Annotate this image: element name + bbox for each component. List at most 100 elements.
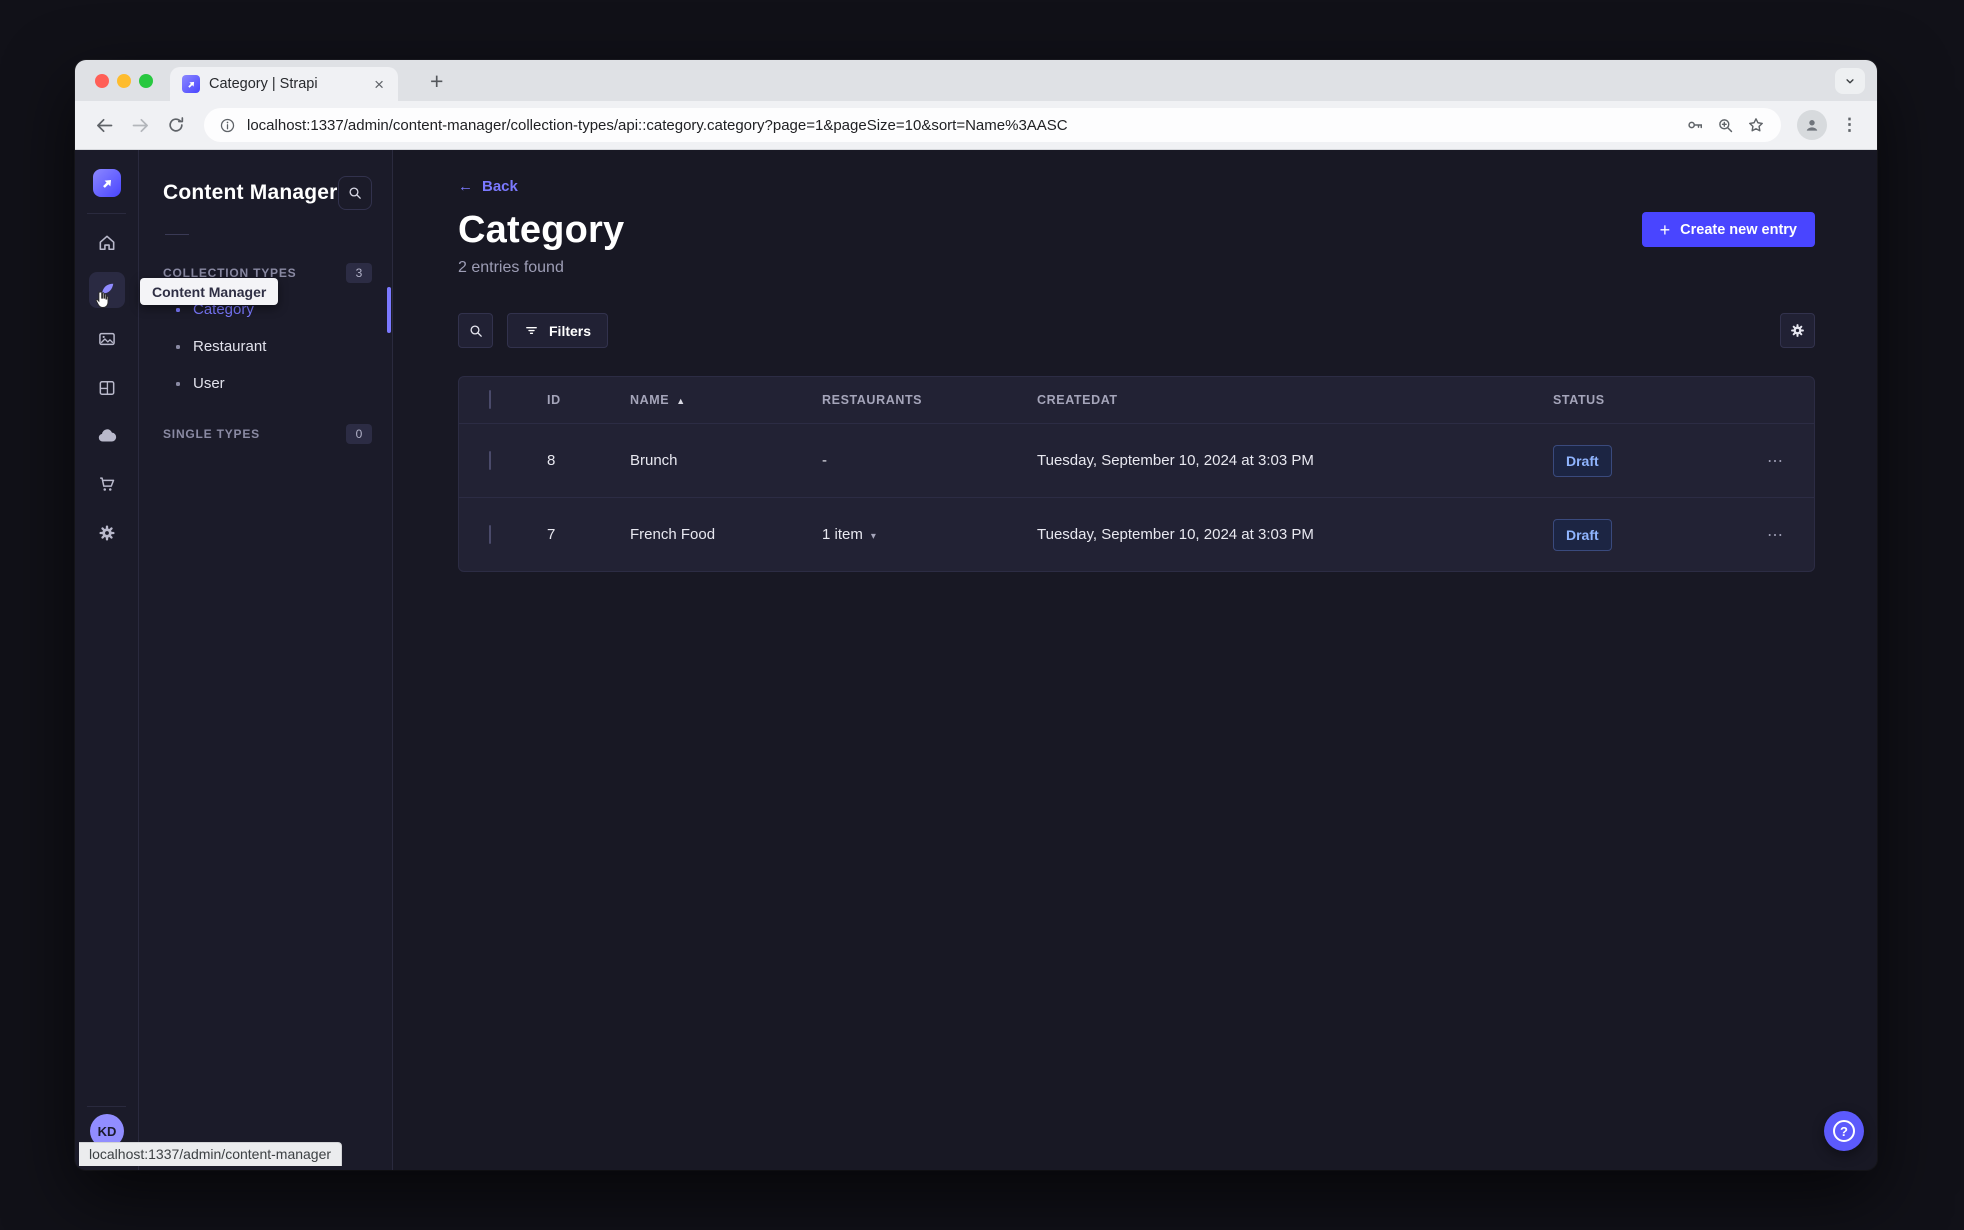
search-icon (469, 324, 482, 337)
rail-divider (87, 213, 126, 214)
cell-id: 7 (547, 526, 556, 543)
column-header-name[interactable]: NAME ▲ (630, 393, 822, 407)
window-controls (95, 74, 153, 88)
home-icon (99, 235, 115, 251)
browser-window: Category | Strapi × + localhost:1337/adm… (75, 60, 1877, 1170)
nav-home-button[interactable] (89, 225, 125, 261)
gear-icon (1791, 324, 1804, 337)
main-content: ← Back Category 2 entries found + Create… (393, 150, 1877, 1170)
browser-status-tooltip: localhost:1337/admin/content-manager (79, 1142, 343, 1166)
browser-profile-avatar[interactable] (1797, 110, 1827, 140)
gear-icon (99, 525, 115, 541)
row-actions-button[interactable]: ⋯ (1744, 525, 1784, 545)
strapi-favicon (182, 75, 200, 93)
status-badge: Draft (1553, 518, 1612, 551)
nav-content-type-builder-button[interactable] (89, 370, 125, 406)
maximize-window-button[interactable] (139, 74, 153, 88)
media-library-icon (99, 332, 115, 346)
mouse-cursor (91, 288, 115, 312)
tab-search-button[interactable] (1835, 68, 1865, 94)
subnav-scrollbar-thumb[interactable] (387, 287, 391, 333)
table-header-row: ID NAME ▲ RESTAURANTS CREATEDAT STATUS (459, 377, 1814, 423)
nav-settings-button[interactable] (89, 515, 125, 551)
strapi-logo[interactable] (93, 169, 121, 197)
cell-createdat: Tuesday, September 10, 2024 at 3:03 PM (1037, 452, 1314, 469)
plus-icon: + (1659, 219, 1671, 240)
reload-button[interactable] (160, 109, 192, 141)
column-header-createdat[interactable]: CREATEDAT (1037, 393, 1553, 407)
cell-restaurants: - (822, 452, 827, 469)
password-key-icon[interactable] (1685, 115, 1705, 135)
entries-table: ID NAME ▲ RESTAURANTS CREATEDAT STATUS 8 … (458, 376, 1815, 572)
bookmark-star-icon[interactable] (1746, 115, 1766, 135)
minimize-window-button[interactable] (117, 74, 131, 88)
create-new-entry-button[interactable]: + Create new entry (1641, 212, 1815, 247)
chevron-down-icon (1846, 79, 1854, 84)
back-link[interactable]: ← Back (458, 178, 518, 195)
subnav-item-label: Restaurant (193, 338, 267, 355)
tab-title: Category | Strapi (209, 76, 318, 92)
cell-name: French Food (630, 526, 716, 543)
question-mark-icon: ? (1833, 1120, 1855, 1142)
browser-tab[interactable]: Category | Strapi × (170, 67, 398, 101)
bullet-icon (176, 307, 180, 312)
column-header-id[interactable]: ID (547, 393, 630, 407)
table-search-button[interactable] (458, 313, 493, 348)
browser-toolbar: localhost:1337/admin/content-manager/col… (75, 101, 1877, 150)
forward-button[interactable] (124, 109, 156, 141)
address-bar[interactable]: localhost:1337/admin/content-manager/col… (204, 108, 1781, 142)
page-title: Category (458, 209, 625, 251)
row-checkbox[interactable] (489, 450, 491, 470)
tab-close-icon[interactable]: × (372, 74, 386, 95)
bullet-icon (176, 344, 180, 349)
tab-strip: Category | Strapi × + (75, 60, 1877, 101)
filters-label: Filters (549, 322, 592, 339)
site-info-icon[interactable] (219, 117, 236, 134)
nav-tooltip: Content Manager (140, 278, 279, 305)
nav-cloud-button[interactable] (89, 418, 125, 454)
back-button[interactable] (88, 109, 120, 141)
back-arrow-icon: ← (458, 178, 473, 195)
subnav-search-button[interactable] (338, 176, 372, 210)
entries-count: 2 entries found (458, 259, 564, 276)
row-actions-button[interactable]: ⋯ (1744, 451, 1784, 471)
nav-media-library-button[interactable] (89, 321, 125, 357)
subnav-item-label: User (193, 375, 225, 392)
cell-createdat: Tuesday, September 10, 2024 at 3:03 PM (1037, 526, 1314, 543)
table-row[interactable]: 7 French Food 1 item ▾ Tuesday, September… (459, 497, 1814, 571)
help-button[interactable]: ? (1824, 1111, 1864, 1151)
collection-types-count-badge: 3 (346, 263, 372, 283)
filters-button[interactable]: Filters (507, 313, 609, 348)
cloud-icon (98, 429, 117, 442)
single-types-label: SINGLE TYPES (163, 427, 260, 441)
browser-menu-button[interactable]: ⋮ (1835, 115, 1864, 135)
table-row[interactable]: 8 Brunch - Tuesday, September 10, 2024 a… (459, 423, 1814, 497)
column-header-status[interactable]: STATUS (1553, 393, 1744, 407)
subnav-item-user[interactable]: User (163, 365, 372, 402)
filter-icon (526, 327, 537, 334)
view-settings-button[interactable] (1780, 313, 1815, 348)
create-new-entry-label: Create new entry (1680, 221, 1797, 238)
cell-id: 8 (547, 452, 556, 469)
cell-name: Brunch (630, 452, 678, 469)
subnav-divider (165, 234, 189, 235)
nav-marketplace-button[interactable] (89, 466, 125, 502)
forward-arrow-icon (132, 118, 148, 132)
url-text[interactable]: localhost:1337/admin/content-manager/col… (247, 117, 1674, 134)
reload-icon (169, 117, 184, 132)
cell-restaurants[interactable]: 1 item ▾ (822, 526, 1037, 543)
shopping-cart-icon (100, 477, 115, 491)
new-tab-button[interactable]: + (424, 66, 449, 97)
single-types-count-badge: 0 (346, 424, 372, 444)
select-all-checkbox[interactable] (489, 390, 491, 409)
single-types-header: SINGLE TYPES 0 (163, 424, 372, 444)
person-icon (1806, 120, 1818, 131)
back-label: Back (482, 178, 518, 195)
subnav-item-restaurant[interactable]: Restaurant (163, 328, 372, 365)
bullet-icon (176, 381, 180, 386)
row-checkbox[interactable] (489, 524, 491, 544)
zoom-icon[interactable] (1716, 116, 1735, 135)
close-window-button[interactable] (95, 74, 109, 88)
sort-asc-icon: ▲ (676, 396, 686, 406)
column-header-restaurants[interactable]: RESTAURANTS (822, 393, 1037, 407)
